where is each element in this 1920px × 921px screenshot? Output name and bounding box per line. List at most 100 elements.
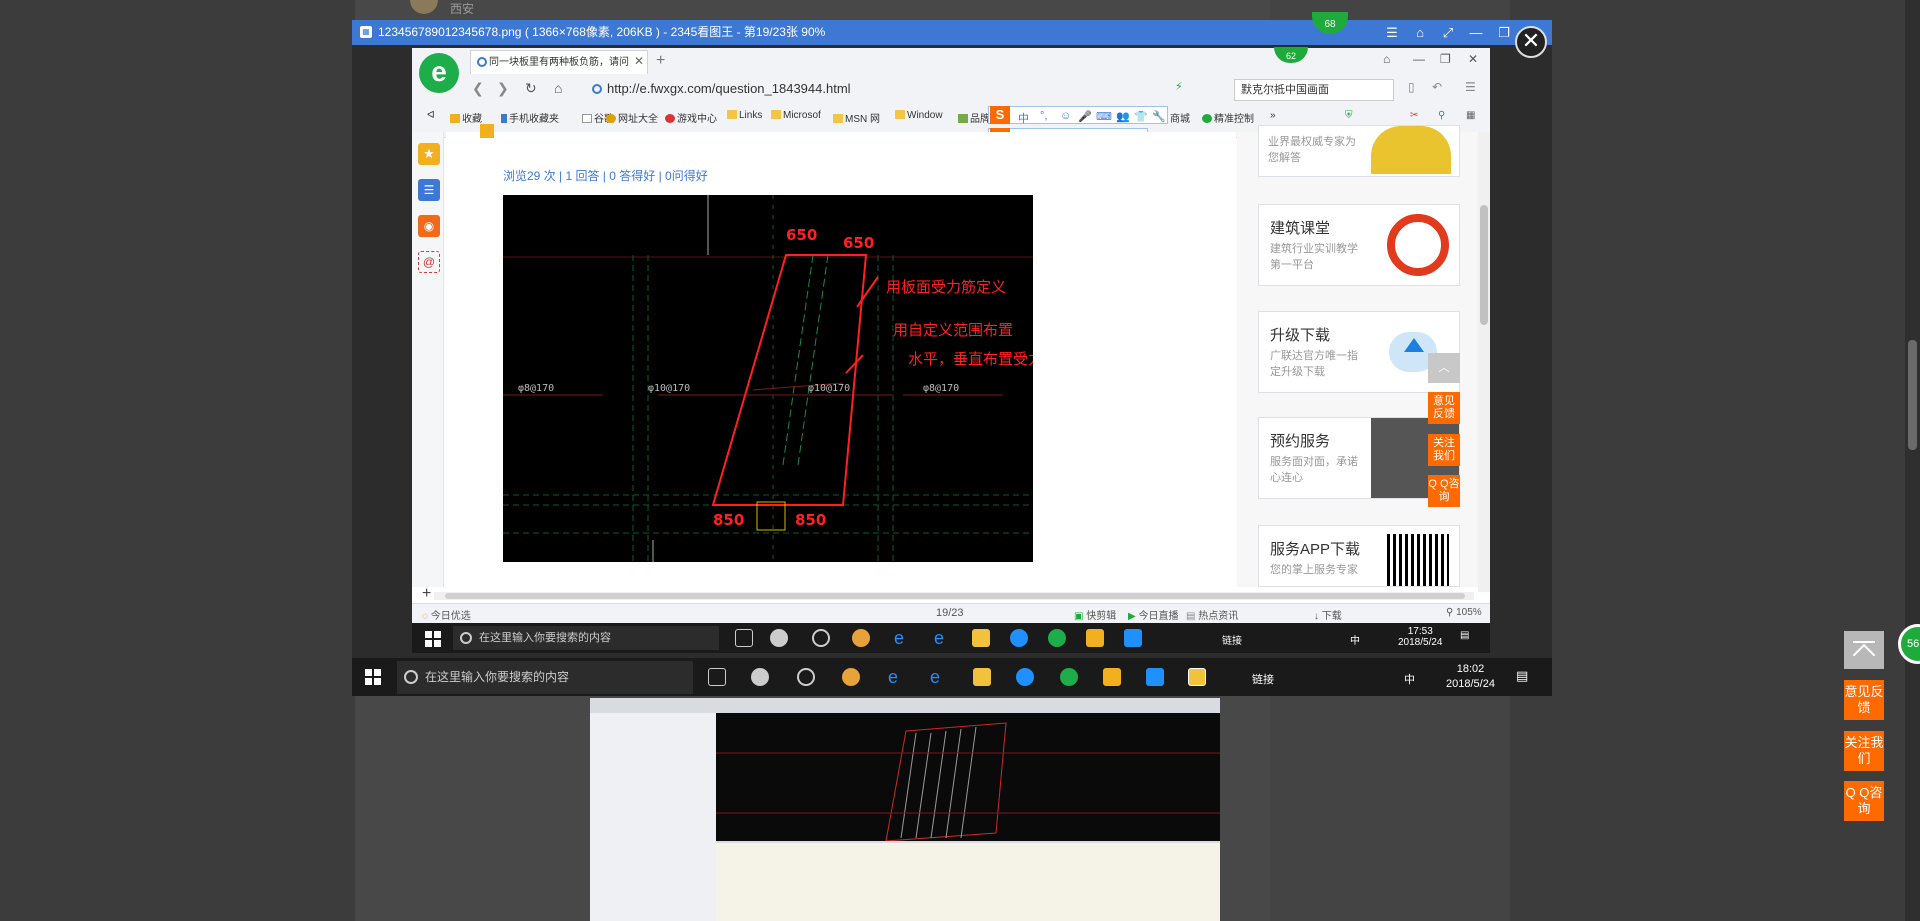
tab-close-icon[interactable]: ✕ (634, 54, 644, 68)
menu-lines-icon[interactable]: ☰ (1465, 80, 1476, 94)
taskbar-app-icon-4[interactable] (1086, 629, 1104, 647)
outer-viewer-icon[interactable] (1188, 668, 1206, 686)
sidebar-add-icon[interactable]: + (422, 585, 431, 603)
outer-taskbar-search[interactable]: 在这里输入你要搜索的内容 (397, 661, 693, 694)
outer-task-view-icon[interactable] (708, 668, 726, 686)
bookmark-microsoft[interactable]: Microsof (771, 110, 821, 121)
ime-users-icon[interactable]: 👥 (1116, 110, 1130, 123)
page-scrollbar[interactable] (1905, 0, 1920, 921)
outer-clock[interactable]: 18:02 2018/5/24 (1446, 662, 1495, 692)
reading-list-icon[interactable]: ☰ (418, 179, 440, 201)
ime-emoji-icon[interactable]: ☺ (1060, 110, 1071, 122)
hot-news[interactable]: ▤ 热点资讯 (1186, 607, 1238, 622)
outer-ie-icon[interactable]: e (930, 668, 948, 686)
quick-clip[interactable]: ▣ 快剪辑 (1074, 607, 1116, 622)
skin-icon[interactable]: ⌂ (1408, 20, 1432, 45)
inner-taskbar-search[interactable]: 在这里输入你要搜索的内容 (453, 626, 719, 650)
scroll-top-button[interactable] (1844, 631, 1884, 669)
email-icon[interactable]: @ (418, 251, 440, 273)
refresh-icon[interactable]: ↻ (525, 80, 537, 97)
inner-notification-icon[interactable]: ▤ (1460, 630, 1469, 641)
outer-app-icon-5[interactable] (1146, 668, 1164, 686)
outer-notification-icon[interactable]: ▤ (1516, 668, 1528, 684)
page-scrollbar-thumb[interactable] (1908, 340, 1917, 450)
outer-links[interactable]: 链接 (1252, 671, 1274, 687)
outer-app-icon-3[interactable] (1016, 668, 1034, 686)
bookmark-games[interactable]: 游戏中心 (665, 110, 717, 125)
browser-minimize-icon[interactable]: — (1413, 52, 1425, 66)
zoom-level[interactable]: ⚲ 105% (1446, 607, 1482, 618)
outer-browser-icon-1[interactable] (797, 668, 815, 686)
sidebar-toggle-icon[interactable]: ᐊ (427, 110, 435, 121)
browser-skin-icon[interactable]: ⌂ (1383, 52, 1390, 66)
outer-app-icon-4[interactable] (1103, 668, 1121, 686)
ime-keyboard-icon[interactable]: ⌨ (1096, 110, 1112, 123)
scissors-icon[interactable]: ✂ (1410, 110, 1418, 121)
explorer-icon[interactable] (972, 629, 990, 647)
ime-chinese-mode[interactable]: 中 (1018, 110, 1029, 126)
inner-scrollbar-thumb[interactable] (1480, 205, 1488, 325)
inner-vertical-scrollbar[interactable] (1478, 132, 1490, 592)
mobile-icon[interactable]: ▯ (1408, 80, 1415, 94)
back-to-top-button[interactable]: ︿ (1428, 353, 1460, 383)
bookmark-favorites[interactable]: 收藏 (450, 110, 482, 125)
sogou-logo-icon[interactable]: S (990, 106, 1010, 124)
question-stats[interactable]: 浏览29 次 | 1 回答 | 0 答得好 | 0问得好 (503, 167, 708, 184)
bookmark-precision[interactable]: 精准控制 (1202, 110, 1254, 125)
inner-start-icon[interactable] (425, 631, 441, 647)
outer-ime[interactable]: 中 (1404, 671, 1415, 687)
downloads[interactable]: ↓ 下载 (1314, 607, 1342, 622)
inner-clock[interactable]: 17:53 2018/5/24 (1398, 626, 1443, 648)
zoom-icon[interactable]: ⚲ (1438, 110, 1445, 121)
new-tab-icon[interactable]: + (656, 52, 665, 70)
ie-icon[interactable]: e (934, 629, 952, 647)
taskbar-browser-icon-1[interactable] (812, 629, 830, 647)
speed-icon[interactable]: ⚡ (1175, 80, 1183, 93)
ime-tools-icon[interactable]: 🔧 (1152, 110, 1166, 123)
taskbar-app-icon-5[interactable] (1124, 629, 1142, 647)
favorites-star-icon[interactable]: ★ (418, 143, 440, 165)
live-today[interactable]: ▶ 今日直播 (1128, 607, 1178, 622)
taskbar-app-icon-2[interactable] (852, 629, 870, 647)
qq-button-inner[interactable]: Q Q咨询 (1428, 475, 1460, 507)
outer-explorer-icon[interactable] (973, 668, 991, 686)
taskbar-app-icon-3[interactable] (1010, 629, 1028, 647)
edge-icon[interactable]: e (894, 629, 912, 647)
close-viewer-button[interactable]: ✕ (1515, 26, 1547, 58)
bookmark-windows[interactable]: Window (895, 110, 943, 121)
browser-close-icon[interactable]: ✕ (1468, 52, 1478, 66)
outer-360-icon[interactable] (1060, 668, 1078, 686)
bookmark-mall[interactable]: 商城 (1170, 110, 1190, 125)
follow-button[interactable]: 关注我们 (1844, 731, 1884, 771)
apps-icon[interactable]: ▦ (1466, 110, 1475, 121)
today-picks[interactable]: ◌ 今日优选 (422, 607, 471, 622)
inner-horizontal-thumb[interactable] (445, 593, 1465, 599)
maximize-icon[interactable]: ❐ (1492, 20, 1516, 45)
inner-links[interactable]: 链接 (1222, 632, 1242, 647)
browser-search-input[interactable]: 默克尔抵中国画面 (1234, 79, 1394, 101)
task-view-icon[interactable] (735, 629, 753, 647)
bookmark-navigation[interactable]: 网址大全 (606, 110, 658, 125)
back-icon[interactable]: ❮ (472, 80, 484, 97)
fullscreen-icon[interactable]: ⤢ (1436, 20, 1460, 45)
bookmark-msn[interactable]: MSN 网 (833, 110, 880, 125)
ime-punct-icon[interactable]: °, (1040, 110, 1047, 122)
bookmark-mobile[interactable]: 手机收藏夹 (501, 110, 559, 125)
browser-maximize-icon[interactable]: ❐ (1440, 52, 1451, 66)
qq-consult-button[interactable]: Q Q咨询 (1844, 781, 1884, 821)
browser-360-icon[interactable] (1048, 629, 1066, 647)
shield-icon[interactable]: ⛨ (1345, 110, 1353, 121)
bookmarks-more-icon[interactable]: » (1270, 110, 1276, 121)
expert-card[interactable]: 业界最权威专家为您解答 (1258, 125, 1460, 177)
ime-voice-icon[interactable]: 🎤 (1078, 110, 1092, 123)
inner-ime[interactable]: 中 (1350, 632, 1360, 647)
browser-logo[interactable]: e (419, 53, 459, 93)
browser-tab[interactable]: 同一块板里有两种板负筋，请问 (470, 50, 648, 74)
follow-button-inner[interactable]: 关注我们 (1428, 434, 1460, 466)
ime-skin-icon[interactable]: 👕 (1134, 110, 1148, 123)
taskbar-app-icon-1[interactable] (770, 629, 788, 647)
undo-icon[interactable]: ↶ (1432, 80, 1442, 94)
outer-edge-icon[interactable]: e (888, 668, 906, 686)
feedback-button[interactable]: 意见反馈 (1844, 680, 1884, 720)
home-icon[interactable]: ⌂ (554, 80, 562, 96)
